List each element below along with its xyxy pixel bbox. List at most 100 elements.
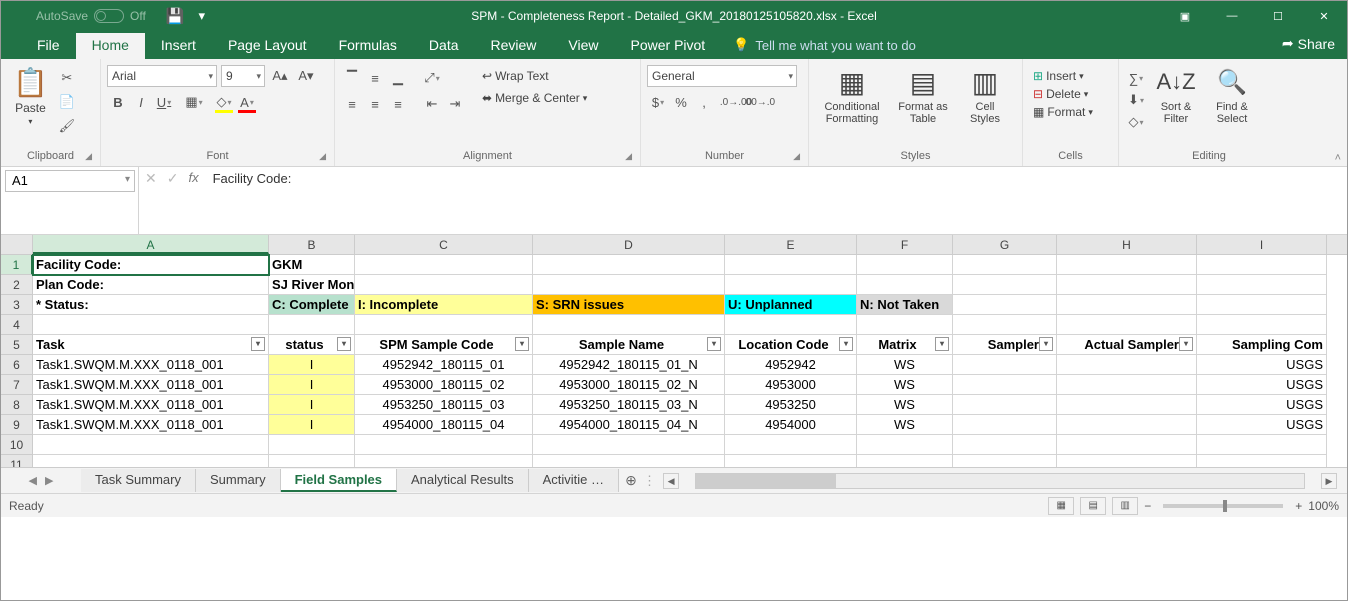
dialog-launcher-icon[interactable]: ◢: [625, 151, 632, 162]
tab-home[interactable]: Home: [76, 33, 145, 59]
cell[interactable]: [1057, 275, 1197, 295]
row-header[interactable]: 1: [1, 255, 33, 275]
cell[interactable]: [533, 255, 725, 275]
cell[interactable]: [533, 435, 725, 455]
sheet-tab[interactable]: Field Samples: [281, 469, 397, 492]
cell[interactable]: [725, 455, 857, 467]
autosave-control[interactable]: AutoSave Off: [36, 9, 146, 23]
cell[interactable]: [269, 435, 355, 455]
worksheet-grid[interactable]: A B C D E F G H I 1Facility Code:GKM2Pla…: [1, 235, 1347, 467]
find-select-button[interactable]: 🔍 Find & Select: [1205, 63, 1259, 127]
col-header-B[interactable]: B: [269, 235, 355, 254]
fx-icon[interactable]: fx: [188, 170, 198, 185]
select-all-corner[interactable]: [1, 235, 33, 254]
formula-input[interactable]: Facility Code:: [205, 167, 1347, 234]
cell[interactable]: [953, 435, 1057, 455]
cell[interactable]: S: SRN issues: [533, 295, 725, 315]
tab-formulas[interactable]: Formulas: [323, 33, 413, 59]
cell[interactable]: Sample Name▾: [533, 335, 725, 355]
cell[interactable]: 4952942: [725, 355, 857, 375]
dialog-launcher-icon[interactable]: ◢: [319, 151, 326, 162]
cell[interactable]: 4953000_180115_02: [355, 375, 533, 395]
cell[interactable]: Task1.SWQM.M.XXX_0118_001: [33, 415, 269, 435]
autosave-toggle-icon[interactable]: [94, 9, 124, 23]
row-header[interactable]: 4: [1, 315, 33, 335]
decrease-decimal-icon[interactable]: .00→.0: [748, 91, 770, 113]
zoom-out-button[interactable]: −: [1144, 499, 1151, 513]
font-color-button[interactable]: A: [236, 91, 258, 113]
cell[interactable]: [33, 455, 269, 467]
cell[interactable]: [1057, 315, 1197, 335]
sheet-tab[interactable]: Task Summary: [81, 469, 196, 492]
cell[interactable]: [1057, 435, 1197, 455]
col-header-E[interactable]: E: [725, 235, 857, 254]
align-bottom-icon[interactable]: ▁: [387, 67, 409, 89]
ribbon-display-options-icon[interactable]: ▣: [1165, 1, 1205, 31]
clear-icon[interactable]: ◇: [1125, 111, 1147, 133]
increase-indent-icon[interactable]: ⇥: [444, 93, 466, 115]
decrease-indent-icon[interactable]: ⇤: [421, 93, 443, 115]
sheet-tab[interactable]: Analytical Results: [397, 469, 529, 492]
col-header-C[interactable]: C: [355, 235, 533, 254]
cell[interactable]: [355, 255, 533, 275]
new-sheet-button[interactable]: ⊕: [619, 472, 643, 489]
paste-button[interactable]: 📋 Paste ▾: [7, 63, 54, 128]
cell[interactable]: Task1.SWQM.M.XXX_0118_001: [33, 355, 269, 375]
col-header-I[interactable]: I: [1197, 235, 1327, 254]
cell[interactable]: SPM Sample Code▾: [355, 335, 533, 355]
cell[interactable]: [1057, 295, 1197, 315]
cut-icon[interactable]: ✂: [56, 67, 78, 89]
sheet-tab[interactable]: Summary: [196, 469, 281, 492]
name-box[interactable]: A1: [5, 170, 135, 192]
row-header[interactable]: 11: [1, 455, 33, 467]
cell[interactable]: 4953000: [725, 375, 857, 395]
cell[interactable]: [1057, 455, 1197, 467]
cell[interactable]: I: [269, 355, 355, 375]
cell[interactable]: Facility Code:: [33, 255, 269, 275]
tell-me-search[interactable]: 💡 Tell me what you want to do: [721, 33, 928, 59]
decrease-font-icon[interactable]: A▾: [295, 65, 317, 87]
cell-styles-button[interactable]: ▥ Cell Styles: [957, 63, 1013, 127]
filter-dropdown-icon[interactable]: ▾: [1179, 337, 1193, 351]
row-header[interactable]: 10: [1, 435, 33, 455]
tab-data[interactable]: Data: [413, 33, 475, 59]
cell[interactable]: [953, 415, 1057, 435]
cell[interactable]: [857, 435, 953, 455]
close-button[interactable]: ✕: [1301, 1, 1347, 31]
zoom-in-button[interactable]: +: [1295, 499, 1302, 513]
filter-dropdown-icon[interactable]: ▾: [337, 337, 351, 351]
cell[interactable]: Task1.SWQM.M.XXX_0118_001: [33, 375, 269, 395]
filter-dropdown-icon[interactable]: ▾: [707, 337, 721, 351]
minimize-button[interactable]: —: [1209, 1, 1255, 31]
cell[interactable]: I: Incomplete: [355, 295, 533, 315]
col-header-A[interactable]: A: [33, 235, 269, 254]
accounting-format-icon[interactable]: $: [647, 91, 669, 113]
page-layout-view-icon[interactable]: ▤: [1080, 497, 1106, 515]
cell[interactable]: [1197, 275, 1327, 295]
cell[interactable]: [269, 315, 355, 335]
col-header-D[interactable]: D: [533, 235, 725, 254]
cell[interactable]: [533, 455, 725, 467]
cell[interactable]: N: Not Taken: [857, 295, 953, 315]
tab-view[interactable]: View: [552, 33, 614, 59]
copy-icon[interactable]: 📄: [56, 91, 78, 113]
cell[interactable]: [725, 315, 857, 335]
cell[interactable]: [1057, 395, 1197, 415]
borders-button[interactable]: ▦: [183, 91, 205, 113]
cell[interactable]: 4952942_180115_01: [355, 355, 533, 375]
align-right-icon[interactable]: ≡: [387, 93, 409, 115]
align-top-icon[interactable]: ▔: [341, 67, 363, 89]
cell[interactable]: 4954000: [725, 415, 857, 435]
italic-button[interactable]: I: [130, 91, 152, 113]
cell[interactable]: [725, 275, 857, 295]
sheet-nav-next-icon[interactable]: ▶: [45, 474, 53, 487]
cell[interactable]: [953, 295, 1057, 315]
delete-cells-button[interactable]: ⊟Delete▾: [1029, 85, 1092, 103]
col-header-F[interactable]: F: [857, 235, 953, 254]
sheet-tab[interactable]: Activitie …: [529, 469, 619, 492]
cell[interactable]: I: [269, 375, 355, 395]
cell[interactable]: Sampler▾: [953, 335, 1057, 355]
increase-font-icon[interactable]: A▴: [269, 65, 291, 87]
horizontal-scrollbar[interactable]: [695, 473, 1305, 489]
insert-cells-button[interactable]: ⊞Insert▾: [1029, 67, 1088, 85]
